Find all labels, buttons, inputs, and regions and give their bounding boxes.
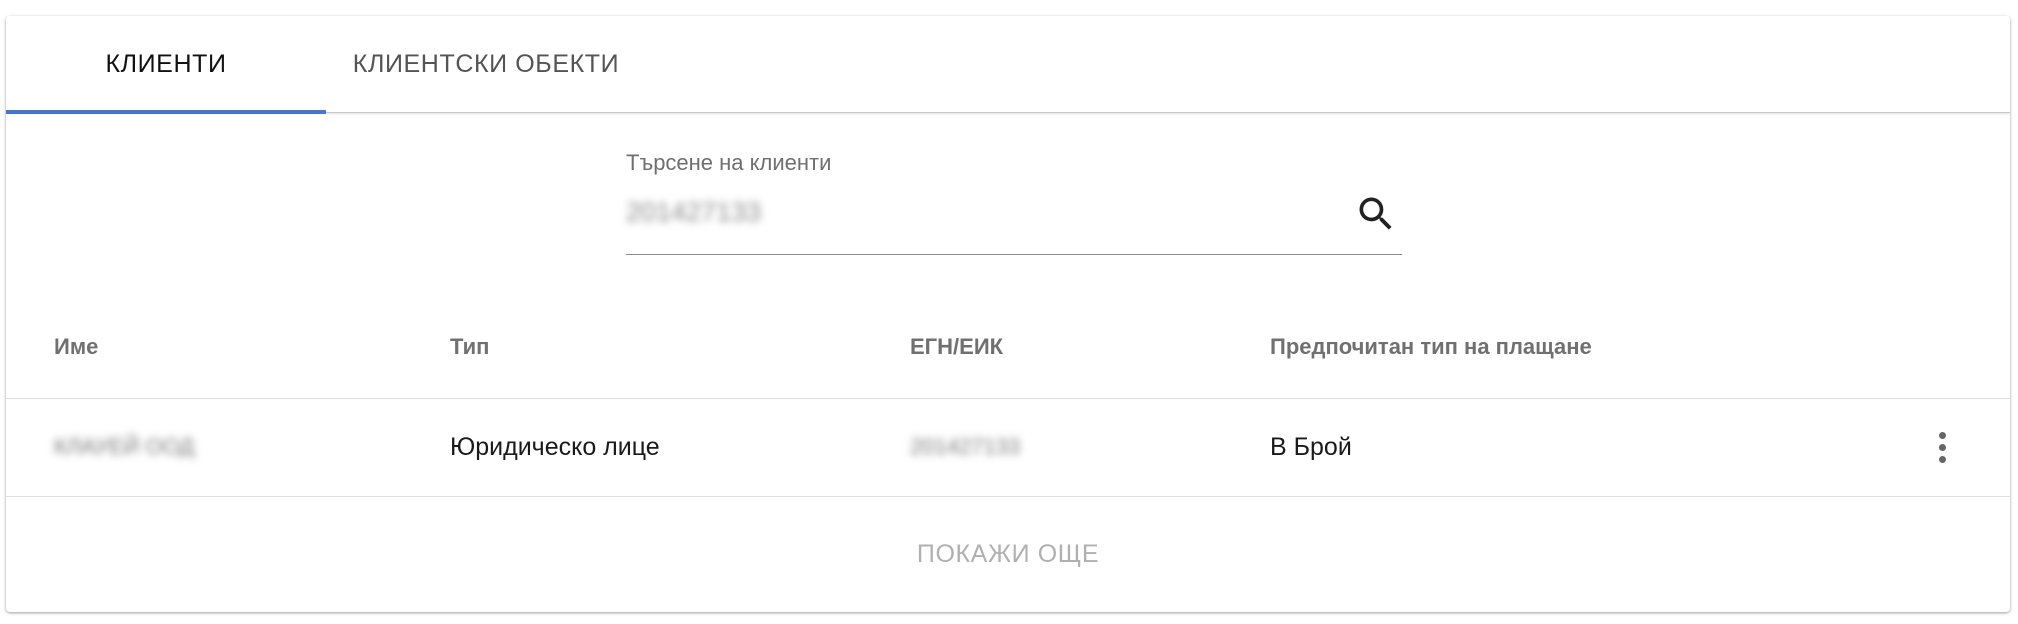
menu-dot	[1938, 431, 1946, 439]
client-name: КЛАУЕЙ ООД	[54, 434, 195, 459]
table-row[interactable]: КЛАУЕЙ ООД Юридическо лице 201427133 В Б…	[6, 398, 2010, 497]
show-more-button[interactable]: ПОКАЖИ ОЩЕ	[897, 530, 1119, 579]
menu-dot	[1938, 455, 1946, 463]
tab-client-objects-label: КЛИЕНТСКИ ОБЕКТИ	[352, 49, 620, 78]
column-header-name[interactable]: Име	[54, 296, 98, 398]
show-more-area: ПОКАЖИ ОЩЕ	[6, 496, 2010, 612]
search-label: Търсене на клиенти	[626, 150, 832, 175]
tab-client-objects[interactable]: КЛИЕНТСКИ ОБЕКТИ	[326, 16, 646, 112]
client-egn: 201427133	[910, 434, 1021, 459]
search-icon[interactable]	[1354, 192, 1398, 236]
client-payment-type: В Брой	[1270, 432, 1352, 461]
tab-bar: КЛИЕНТИ КЛИЕНТСКИ ОБЕКТИ	[6, 16, 2010, 114]
column-header-payment[interactable]: Предпочитан тип на плащане	[1270, 296, 1592, 398]
table-header: Име Тип ЕГН/ЕИК Предпочитан тип на плаща…	[6, 296, 2010, 399]
clients-card: КЛИЕНТИ КЛИЕНТСКИ ОБЕКТИ Търсене на клие…	[6, 16, 2010, 612]
menu-dot	[1938, 443, 1946, 451]
client-search: Търсене на клиенти	[620, 146, 1402, 256]
column-header-egn[interactable]: ЕГН/ЕИК	[910, 296, 1003, 398]
search-input[interactable]	[626, 190, 1346, 234]
client-type: Юридическо лице	[450, 432, 660, 461]
active-tab-indicator	[6, 110, 326, 114]
tab-clients-label: КЛИЕНТИ	[105, 49, 227, 78]
more-vert-icon[interactable]	[1930, 422, 1954, 472]
search-underline	[626, 254, 1402, 255]
column-header-type[interactable]: Тип	[450, 296, 489, 398]
tab-clients[interactable]: КЛИЕНТИ	[6, 16, 326, 112]
